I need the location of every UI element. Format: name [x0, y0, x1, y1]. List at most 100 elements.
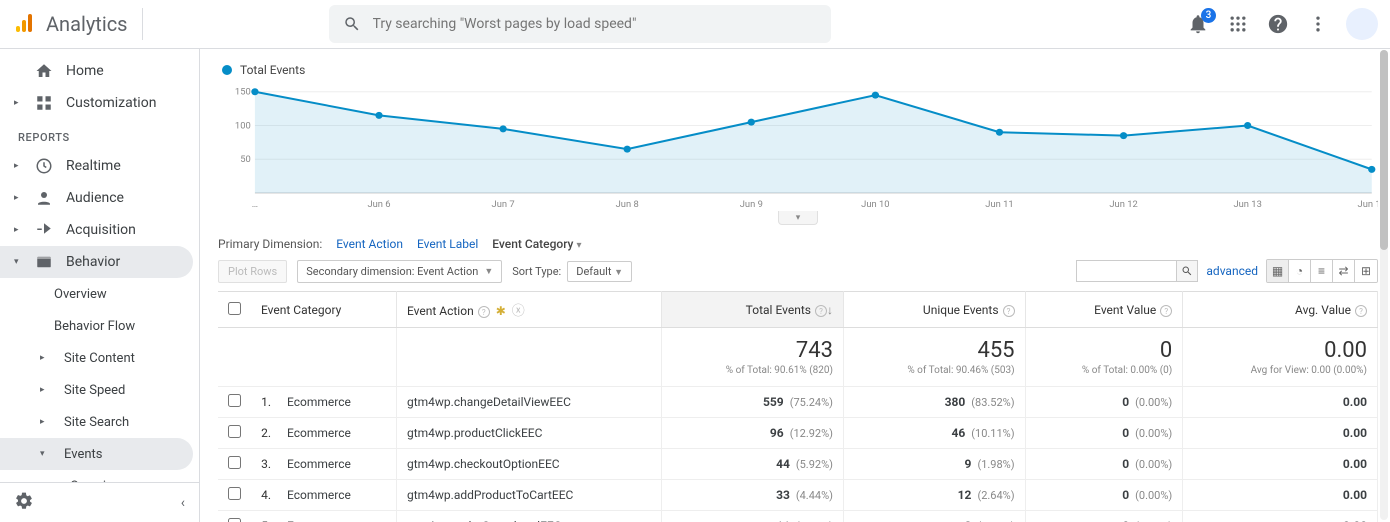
nav-behavior[interactable]: ▾Behavior	[0, 246, 193, 278]
col-event-category[interactable]: Event Category	[251, 292, 396, 328]
collapse-sidebar-icon[interactable]: ‹	[181, 495, 185, 511]
col-event-value[interactable]: Event Value?	[1025, 292, 1183, 328]
nav-label: Acquisition	[66, 222, 136, 238]
table-control-row: Plot Rows Secondary dimension: Event Act…	[218, 259, 1378, 283]
nav-audience[interactable]: ▸Audience	[0, 182, 193, 214]
table-row[interactable]: 2. Ecommerce gtm4wp.productClickEEC 96(1…	[218, 418, 1378, 449]
nav-label: Realtime	[66, 158, 121, 174]
nav-label: Audience	[66, 190, 124, 206]
svg-text:100: 100	[235, 121, 251, 132]
nav-acquisition[interactable]: ▸Acquisition	[0, 214, 193, 246]
nav-realtime[interactable]: ▸Realtime	[0, 150, 193, 182]
account-avatar[interactable]	[1346, 8, 1378, 40]
col-event-action[interactable]: Event Action?✱ⓧ	[396, 292, 661, 328]
svg-text:Jun 14: Jun 14	[1358, 199, 1378, 210]
secondary-dimension-dropdown[interactable]: Secondary dimension: Event Action▼	[297, 260, 502, 283]
help-icon[interactable]: ?	[1160, 305, 1172, 317]
admin-gear-icon[interactable]	[14, 491, 34, 515]
nav-site-search[interactable]: ▸Site Search	[0, 406, 193, 438]
more-icon[interactable]	[1306, 12, 1330, 36]
view-pivot-icon[interactable]: ⊞	[1355, 260, 1377, 282]
advanced-link[interactable]: advanced	[1206, 264, 1258, 278]
notifications-badge: 3	[1201, 8, 1216, 23]
analytics-logo-icon	[12, 12, 36, 36]
view-performance-icon[interactable]: ≡	[1311, 260, 1333, 282]
legend-label: Total Events	[240, 63, 305, 77]
notifications-icon[interactable]: 3	[1186, 12, 1210, 36]
col-avg-value[interactable]: Avg. Value?	[1183, 292, 1378, 328]
col-total-events[interactable]: Total Events?↓	[662, 292, 844, 328]
nav-label: Site Speed	[64, 383, 125, 398]
cell-category: Ecommerce	[277, 449, 396, 480]
help-icon[interactable]: ?	[1003, 305, 1015, 317]
help-icon[interactable]: ?	[1355, 305, 1367, 317]
nav-events[interactable]: ▾Events	[0, 438, 193, 470]
main-content: Total Events 50100150…Jun 6Jun 7Jun 8Jun…	[200, 49, 1390, 522]
row-checkbox[interactable]	[228, 518, 241, 522]
asterisk-icon: ✱	[496, 304, 506, 318]
svg-text:50: 50	[240, 154, 251, 165]
cell-action: gtm4wp.checkoutOptionEEC	[396, 449, 661, 480]
chart-expand-handle[interactable]: ▾	[778, 211, 818, 225]
view-table-icon[interactable]: ▦	[1267, 260, 1289, 282]
svg-text:150: 150	[235, 87, 251, 98]
table-row[interactable]: 3. Ecommerce gtm4wp.checkoutOptionEEC 44…	[218, 449, 1378, 480]
dim-event-category[interactable]: Event Category	[492, 237, 581, 251]
table-row[interactable]: 1. Ecommerce gtm4wp.changeDetailViewEEC …	[218, 387, 1378, 418]
dim-event-label[interactable]: Event Label	[417, 237, 478, 251]
cell-action: gtm4wp.addProductToCartEEC	[396, 480, 661, 511]
plot-rows-button[interactable]: Plot Rows	[218, 260, 287, 283]
cell-action: gtm4wp.orderCompletedEEC	[396, 511, 661, 522]
row-checkbox[interactable]	[228, 487, 241, 500]
dim-event-action[interactable]: Event Action	[336, 237, 403, 251]
nav-label: Site Content	[64, 351, 135, 366]
sort-type-label: Sort Type:	[512, 265, 561, 278]
primary-dimension-label: Primary Dimension:	[218, 237, 322, 251]
nav-events-overview[interactable]: Overview	[0, 470, 193, 482]
nav-behavior-overview[interactable]: Overview	[0, 278, 193, 310]
line-chart[interactable]: 50100150…Jun 6Jun 7Jun 8Jun 9Jun 10Jun 1…	[232, 81, 1378, 211]
cell-category: Ecommerce	[277, 387, 396, 418]
app-header: Analytics 3	[0, 0, 1390, 49]
remove-dimension-icon[interactable]: ⓧ	[512, 304, 525, 319]
scrollbar-thumb[interactable]	[1380, 50, 1388, 250]
table-row[interactable]: 4. Ecommerce gtm4wp.addProductToCartEEC …	[218, 480, 1378, 511]
table-search-input[interactable]	[1076, 260, 1176, 282]
nav-site-speed[interactable]: ▸Site Speed	[0, 374, 193, 406]
view-comparison-icon[interactable]: ⇄	[1333, 260, 1355, 282]
nav-home[interactable]: Home	[0, 55, 193, 87]
nav-customization[interactable]: ▸Customization	[0, 87, 193, 119]
search-box[interactable]	[329, 5, 831, 43]
sort-type-dropdown[interactable]: Default ▼	[567, 261, 632, 282]
help-icon[interactable]: ?	[478, 306, 490, 318]
reports-heading: REPORTS	[0, 119, 199, 150]
svg-text:Jun 13: Jun 13	[1233, 199, 1261, 210]
summary-row: 743% of Total: 90.61% (820) 455% of Tota…	[218, 328, 1378, 387]
help-icon[interactable]	[1266, 12, 1290, 36]
svg-text:Jun 7: Jun 7	[492, 199, 515, 210]
cell-category: Ecommerce	[277, 480, 396, 511]
svg-text:Jun 11: Jun 11	[985, 199, 1013, 210]
view-percentage-icon[interactable]: ◔	[1289, 260, 1311, 282]
nav-label: Behavior	[66, 254, 120, 270]
nav-behavior-flow[interactable]: Behavior Flow	[0, 310, 193, 342]
help-icon[interactable]: ?	[815, 305, 827, 317]
chart-legend: Total Events	[222, 63, 1378, 77]
cell-category: Ecommerce	[277, 511, 396, 522]
nav-label: Events	[64, 447, 102, 462]
select-all-checkbox[interactable]	[228, 302, 241, 315]
nav-label: Home	[66, 63, 104, 79]
table-row[interactable]: 5. Ecommerce gtm4wp.orderCompletedEEC 11…	[218, 511, 1378, 522]
nav-label: Site Search	[64, 415, 129, 430]
row-checkbox[interactable]	[228, 394, 241, 407]
col-unique-events[interactable]: Unique Events?	[843, 292, 1025, 328]
logo[interactable]: Analytics	[12, 8, 143, 40]
cell-category: Ecommerce	[277, 418, 396, 449]
apps-icon[interactable]	[1226, 12, 1250, 36]
search-input[interactable]	[373, 16, 817, 32]
row-checkbox[interactable]	[228, 456, 241, 469]
sort-desc-icon: ↓	[827, 303, 833, 317]
row-checkbox[interactable]	[228, 425, 241, 438]
table-search-button[interactable]	[1176, 260, 1198, 282]
nav-site-content[interactable]: ▸Site Content	[0, 342, 193, 374]
